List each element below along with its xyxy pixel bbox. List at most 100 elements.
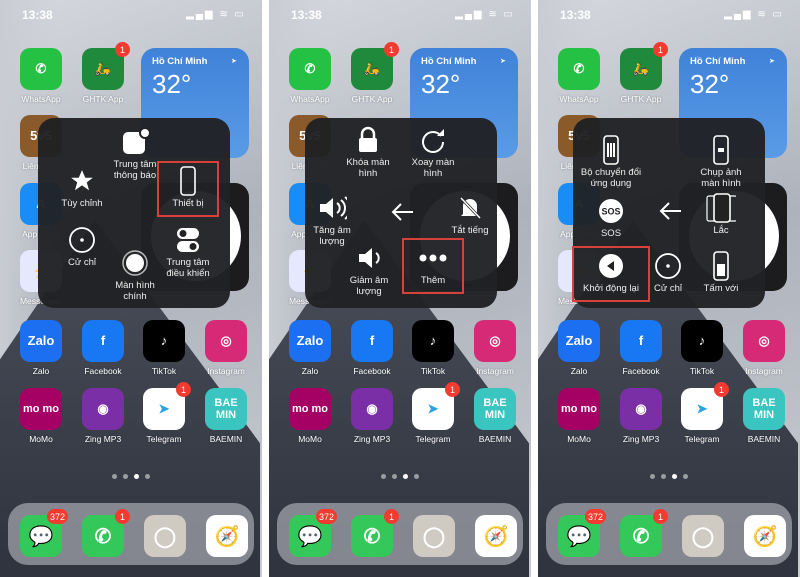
app-label: Facebook bbox=[353, 366, 391, 376]
menu-item-xoay-man-hinh[interactable]: Xoay màn hình bbox=[395, 126, 471, 179]
page-dot[interactable] bbox=[683, 474, 688, 479]
dock-icon-contacts[interactable]: ◯ bbox=[413, 515, 455, 557]
page-indicator[interactable] bbox=[538, 474, 800, 479]
app-icon-momo[interactable]: mo mo bbox=[289, 388, 331, 430]
app-glyph: 🛵 bbox=[363, 61, 381, 76]
iphone-screen-1: 13:38 ▂▄▆ ≋ ▭ Hồ Chí Minh ➤ 32° ✆ WhatsApp 🛵 1 G… bbox=[0, 0, 262, 577]
page-dot[interactable] bbox=[145, 474, 150, 479]
app-icon-ghtk-app[interactable]: 🛵 1 bbox=[620, 42, 668, 90]
menu-item-them[interactable]: Thêm bbox=[402, 238, 464, 294]
app-glyph: ◎ bbox=[758, 333, 770, 348]
dock-icon-phone[interactable]: ✆ 1 bbox=[351, 509, 399, 557]
home-button-icon bbox=[120, 249, 150, 277]
menu-item-tam-voi[interactable]: Tấm với bbox=[683, 251, 759, 295]
app-icon-baemin[interactable]: BAE MIN bbox=[474, 388, 516, 430]
dock-icon-messages[interactable]: 💬 372 bbox=[289, 509, 337, 557]
rotate-icon bbox=[418, 126, 448, 154]
app-icon-telegram[interactable]: ➤ 1 bbox=[681, 382, 729, 430]
iphone-screen-3: 13:38 ▂▄▆ ≋ ▭ Hồ Chí Minh ➤ 32° ✆ WhatsApp 🛵 1 G… bbox=[538, 0, 800, 577]
app-icon-whatsapp[interactable]: ✆ bbox=[558, 48, 600, 90]
menu-item-tat-tieng[interactable]: Tắt tiếng bbox=[432, 194, 508, 237]
menu-item-tuy-chinh[interactable]: Tùy chỉnh bbox=[44, 167, 120, 210]
assistivetouch-menu: Bộ chuyển đổi ứng dụng Chụp ảnh màn hình S… bbox=[572, 118, 765, 308]
menu-item-label: Tấm với bbox=[703, 283, 739, 294]
app-label: TikTok bbox=[420, 366, 446, 376]
page-dot[interactable] bbox=[661, 474, 666, 479]
app-icon-facebook[interactable]: f bbox=[351, 320, 393, 362]
more-icon bbox=[418, 244, 448, 272]
menu-item-bo-chuyen-doi-ung-dung[interactable]: Bộ chuyển đổi ứng dụng bbox=[573, 135, 649, 189]
menu-item-back[interactable] bbox=[364, 198, 440, 226]
menu-item-chup-anh-man-hinh[interactable]: Chụp ảnh màn hình bbox=[683, 135, 759, 189]
app-icon-momo[interactable]: mo mo bbox=[558, 388, 600, 430]
app-icon-tiktok[interactable]: ♪ bbox=[681, 320, 723, 362]
app-icon-baemin[interactable]: BAE MIN bbox=[205, 388, 247, 430]
app-icon-zalo[interactable]: Zalo bbox=[289, 320, 331, 362]
app-icon-whatsapp[interactable]: ✆ bbox=[289, 48, 331, 90]
menu-item-trung-tam-dieu-khien[interactable]: Trung tâm điều khiển bbox=[150, 226, 226, 279]
menu-item-label: Thiết bị bbox=[172, 198, 204, 209]
app-icon-zing-mp3[interactable]: ◉ bbox=[82, 388, 124, 430]
app-icon-telegram[interactable]: ➤ 1 bbox=[143, 382, 191, 430]
app-glyph: Zalo bbox=[27, 333, 55, 348]
dock-icon-contacts[interactable]: ◯ bbox=[682, 515, 724, 557]
dock-icon-safari[interactable]: 🧭 bbox=[744, 515, 786, 557]
app-icon-instagram[interactable]: ◎ bbox=[474, 320, 516, 362]
app-icon-zalo[interactable]: Zalo bbox=[20, 320, 62, 362]
app-icon-telegram[interactable]: ➤ 1 bbox=[412, 382, 460, 430]
dock-icon-contacts[interactable]: ◯ bbox=[144, 515, 186, 557]
dock-icon-phone[interactable]: ✆ 1 bbox=[82, 509, 130, 557]
page-dot[interactable] bbox=[403, 474, 408, 479]
app-icon-ghtk-app[interactable]: 🛵 1 bbox=[351, 42, 399, 90]
page-dot[interactable] bbox=[123, 474, 128, 479]
app-icon-tiktok[interactable]: ♪ bbox=[412, 320, 454, 362]
app-icon-instagram[interactable]: ◎ bbox=[743, 320, 785, 362]
page-dot[interactable] bbox=[414, 474, 419, 479]
app-label: MoMo bbox=[567, 434, 591, 444]
app-label: Telegram bbox=[684, 434, 720, 444]
menu-item-thiet-bi[interactable]: Thiết bị bbox=[157, 161, 219, 217]
menu-item-tang-am-luong[interactable]: Tăng âm lượng bbox=[294, 194, 370, 247]
app-label: Zalo bbox=[301, 366, 319, 376]
app-icon-baemin[interactable]: BAE MIN bbox=[743, 388, 785, 430]
menu-item-lac[interactable]: Lắc bbox=[683, 193, 759, 237]
dock-icon-safari[interactable]: 🧭 bbox=[206, 515, 248, 557]
page-dot[interactable] bbox=[381, 474, 386, 479]
app-icon-whatsapp[interactable]: ✆ bbox=[20, 48, 62, 90]
app-label: Telegram bbox=[415, 434, 451, 444]
page-indicator[interactable] bbox=[0, 474, 262, 479]
app-glyph: 🛵 bbox=[632, 61, 650, 76]
app-icon-zing-mp3[interactable]: ◉ bbox=[351, 388, 393, 430]
sos-icon: SOS bbox=[596, 197, 626, 225]
dock-icon-safari[interactable]: 🧭 bbox=[475, 515, 517, 557]
app-glyph: ♪ bbox=[429, 333, 437, 348]
dock-icon-phone[interactable]: ✆ 1 bbox=[620, 509, 668, 557]
app-icon-zalo[interactable]: Zalo bbox=[558, 320, 600, 362]
app-icon-instagram[interactable]: ◎ bbox=[205, 320, 247, 362]
page-dot[interactable] bbox=[650, 474, 655, 479]
app-label: Zalo bbox=[32, 366, 50, 376]
gesture-icon bbox=[653, 252, 683, 280]
page-dot[interactable] bbox=[672, 474, 677, 479]
dock-icon-messages[interactable]: 💬 372 bbox=[20, 509, 68, 557]
restart-icon bbox=[596, 252, 626, 280]
app-label: Facebook bbox=[622, 366, 660, 376]
app-icon-momo[interactable]: mo mo bbox=[20, 388, 62, 430]
menu-item-giam-am-luong[interactable]: Giảm âm lượng bbox=[331, 244, 407, 297]
app-icon-ghtk-app[interactable]: 🛵 1 bbox=[82, 42, 130, 90]
page-dot[interactable] bbox=[134, 474, 139, 479]
page-indicator[interactable] bbox=[269, 474, 531, 479]
assistivetouch-menu: Khóa màn hình Xoay màn hình Tăng âm lượng T… bbox=[305, 118, 497, 308]
weather-city: Hồ Chí Minh bbox=[152, 56, 208, 67]
dock-icon-messages[interactable]: 💬 372 bbox=[558, 509, 606, 557]
app-icon-zing-mp3[interactable]: ◉ bbox=[620, 388, 662, 430]
app-icon-facebook[interactable]: f bbox=[82, 320, 124, 362]
page-dot[interactable] bbox=[392, 474, 397, 479]
app-icon-facebook[interactable]: f bbox=[620, 320, 662, 362]
status-bar: 13:38 ▂▄▆ ≋ ▭ bbox=[269, 6, 531, 24]
notification-center-icon bbox=[120, 128, 150, 156]
app-icon-tiktok[interactable]: ♪ bbox=[143, 320, 185, 362]
dock: 💬 372 ✆ 1 ◯ 🧭 bbox=[546, 503, 792, 565]
app-glyph: 🛵 bbox=[94, 61, 112, 76]
page-dot[interactable] bbox=[112, 474, 117, 479]
